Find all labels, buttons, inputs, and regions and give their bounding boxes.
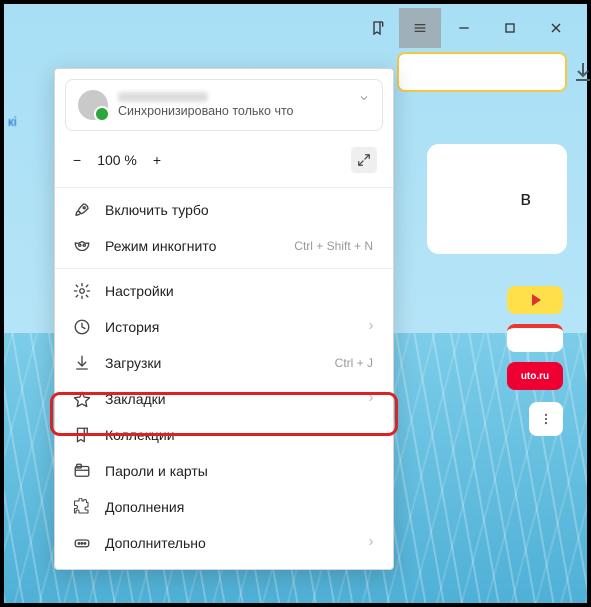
- menu-item-shortcut: Ctrl + Shift + N: [294, 239, 373, 253]
- sync-status-label: Синхронизировано только что: [118, 104, 294, 118]
- clock-icon: [73, 318, 91, 336]
- menu-item-label: Включить турбо: [105, 202, 377, 218]
- chevron-right-icon: [365, 535, 377, 551]
- separator: [55, 187, 393, 188]
- star-icon: [73, 390, 91, 408]
- main-menu: Синхронизировано только что − 100 % + Вк…: [54, 68, 394, 570]
- menu-item-card[interactable]: Пароли и карты: [55, 453, 393, 489]
- profile-username: [118, 92, 208, 102]
- download-icon: [73, 354, 91, 372]
- zoom-row: − 100 % +: [55, 139, 393, 183]
- menu-item-label: Пароли и карты: [105, 463, 377, 479]
- zoom-out-button[interactable]: −: [73, 152, 81, 168]
- window-close-button[interactable]: [533, 8, 579, 48]
- profile-card[interactable]: Синхронизировано только что: [65, 79, 383, 131]
- dots-icon: [73, 534, 91, 552]
- mask-icon: [73, 237, 91, 255]
- close-icon: [548, 20, 564, 36]
- menu-item-label: Закладки: [105, 391, 351, 407]
- chevron-right-icon: [365, 319, 377, 335]
- maximize-icon: [502, 20, 518, 36]
- zoom-controls: − 100 % +: [73, 152, 161, 168]
- window-minimize-button[interactable]: [441, 8, 487, 48]
- tile-auto[interactable]: uto.ru: [507, 362, 563, 390]
- zoom-value: 100 %: [97, 152, 137, 168]
- chevron-down-icon: [358, 92, 370, 104]
- expand-icon: [357, 153, 371, 167]
- bookmarks-bar-button[interactable]: [357, 8, 399, 48]
- chevron-right-icon: [365, 391, 377, 407]
- address-bar[interactable]: [397, 52, 567, 92]
- window-titlebar: [4, 4, 587, 52]
- menu-item-gear[interactable]: Настройки: [55, 273, 393, 309]
- menu-item-label: Загрузки: [105, 355, 321, 371]
- zoom-in-button[interactable]: +: [153, 152, 161, 168]
- separator: [55, 268, 393, 269]
- menu-item-puzzle[interactable]: Дополнения: [55, 489, 393, 525]
- tableau-tile[interactable]: в: [427, 144, 567, 254]
- menu-item-label: Дополнения: [105, 499, 377, 515]
- left-edge-text: кі: [8, 114, 38, 130]
- menu-item-label: Настройки: [105, 283, 377, 299]
- menu-item-shortcut: Ctrl + J: [335, 356, 373, 370]
- gear-icon: [73, 282, 91, 300]
- card-icon: [73, 462, 91, 480]
- minimize-icon: [456, 20, 472, 36]
- main-menu-button[interactable]: [399, 8, 441, 48]
- flag-icon: [73, 426, 91, 444]
- menu-item-star[interactable]: Закладки: [55, 381, 393, 417]
- fullscreen-button[interactable]: [351, 147, 377, 173]
- tile-more-button[interactable]: [529, 402, 563, 436]
- puzzle-icon: [73, 498, 91, 516]
- menu-item-dots[interactable]: Дополнительно: [55, 525, 393, 561]
- menu-item-flag[interactable]: Коллекции: [55, 417, 393, 453]
- rocket-icon: [73, 201, 91, 219]
- menu-item-rocket[interactable]: Включить турбо: [55, 192, 393, 228]
- menu-item-mask[interactable]: Режим инкогнито Ctrl + Shift + N: [55, 228, 393, 264]
- download-icon[interactable]: [571, 60, 591, 84]
- menu-item-label: Дополнительно: [105, 535, 351, 551]
- menu-item-clock[interactable]: История: [55, 309, 393, 345]
- window-maximize-button[interactable]: [487, 8, 533, 48]
- avatar: [78, 90, 108, 120]
- hamburger-icon: [412, 20, 428, 36]
- menu-item-label: Режим инкогнито: [105, 238, 280, 254]
- tile-video[interactable]: [507, 286, 563, 314]
- bookmark-flag-icon: [370, 20, 386, 36]
- dots-vertical-icon: [539, 412, 553, 426]
- menu-item-label: История: [105, 319, 351, 335]
- menu-item-label: Коллекции: [105, 427, 377, 443]
- tile-mail[interactable]: [507, 324, 563, 352]
- menu-item-download[interactable]: Загрузки Ctrl + J: [55, 345, 393, 381]
- profile-text: Синхронизировано только что: [118, 92, 294, 118]
